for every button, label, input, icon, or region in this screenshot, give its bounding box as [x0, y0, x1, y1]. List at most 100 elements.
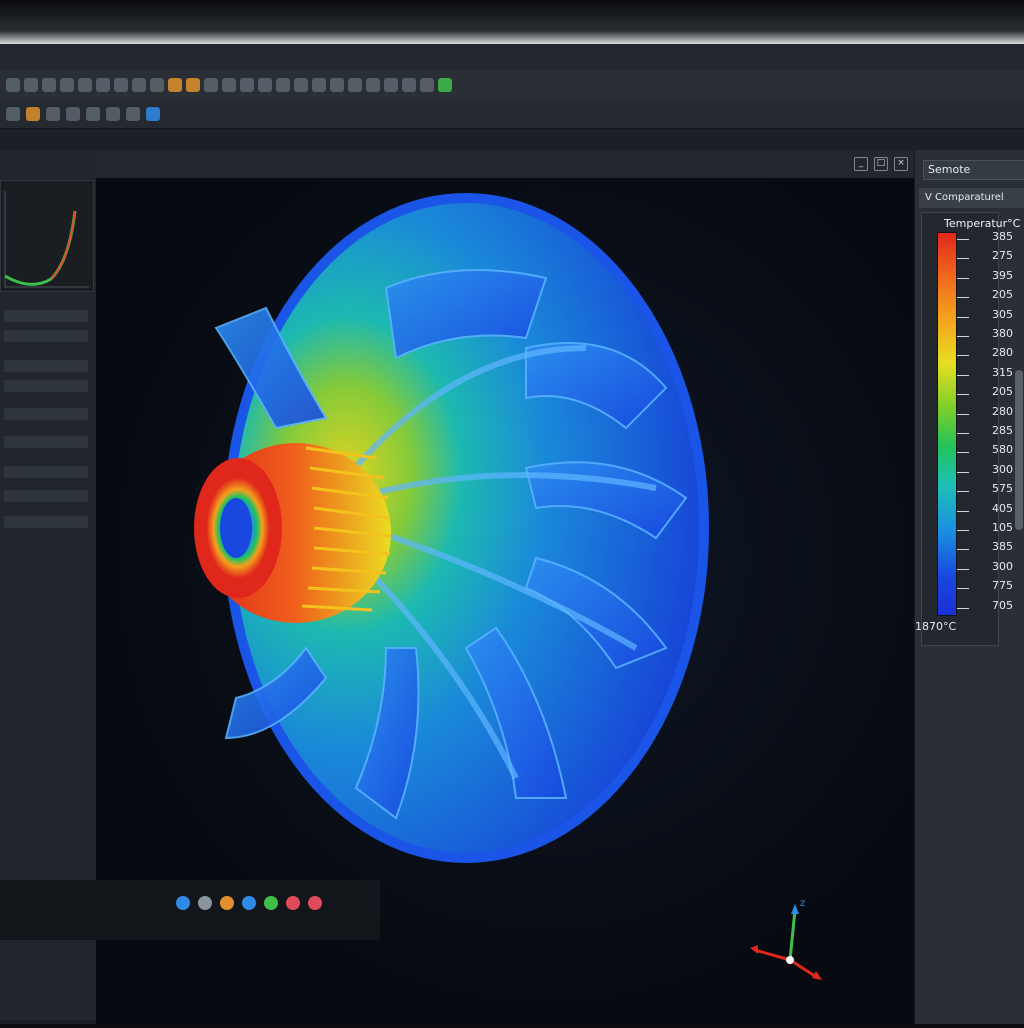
- toolbar-button[interactable]: [312, 78, 326, 92]
- legend-tick-label: 315: [957, 366, 1023, 384]
- menu-item[interactable]: [96, 55, 108, 59]
- taskbar: [0, 880, 380, 940]
- mini-plot-curve: [4, 191, 89, 288]
- secondary-toolbar: [0, 100, 1024, 129]
- legend-tick-label: 300: [957, 560, 1023, 578]
- app-icon-blue[interactable]: [242, 896, 256, 910]
- legend-tick-label: 280: [957, 346, 1023, 364]
- toolbar-button-highlight[interactable]: [26, 107, 40, 121]
- legend-tick-label: 300: [957, 463, 1023, 481]
- toolbar-button[interactable]: [66, 107, 80, 121]
- hub-bore: [220, 498, 252, 558]
- toolbar-button[interactable]: [294, 78, 308, 92]
- toolbar-button[interactable]: [96, 78, 110, 92]
- window-title-strip: [0, 0, 1024, 44]
- legend-tick-label: 305: [957, 308, 1023, 326]
- toolbar-button[interactable]: [330, 78, 344, 92]
- menu-item[interactable]: [52, 55, 64, 59]
- minimize-icon[interactable]: _: [854, 157, 868, 171]
- toolbar-button[interactable]: [348, 78, 362, 92]
- toolbar-button[interactable]: [366, 78, 380, 92]
- menu-item[interactable]: [118, 55, 130, 59]
- legend-tick-label: 380: [957, 327, 1023, 345]
- legend-tick-label: 205: [957, 385, 1023, 403]
- legend-tick-label: 205: [957, 288, 1023, 306]
- menu-item[interactable]: [30, 55, 42, 59]
- menu-item[interactable]: [162, 55, 174, 59]
- z-axis-label: z: [800, 898, 805, 909]
- legend-min-label: 1870°C: [915, 620, 957, 633]
- result-selector[interactable]: V Comparaturel: [919, 188, 1024, 208]
- toolbar-button[interactable]: [420, 78, 434, 92]
- app-icon-red[interactable]: [308, 896, 322, 910]
- legend-tick-label: 775: [957, 579, 1023, 597]
- close-icon[interactable]: ×: [894, 157, 908, 171]
- property-row[interactable]: [4, 466, 88, 478]
- property-row[interactable]: [4, 310, 88, 322]
- toolbar-button[interactable]: [6, 78, 20, 92]
- toolbar-button[interactable]: [204, 78, 218, 92]
- app-icon-blue[interactable]: [176, 896, 190, 910]
- toolbar-button[interactable]: [60, 78, 74, 92]
- toolbar-button-highlight[interactable]: [168, 78, 182, 92]
- results-panel: Semote V Comparaturel Temperatur°C 385 27…: [914, 150, 1024, 1024]
- toolbar-button[interactable]: [114, 78, 128, 92]
- toolbar-button[interactable]: [276, 78, 290, 92]
- legend-tick-label: 385: [957, 230, 1023, 248]
- legend-tick-label: 105: [957, 521, 1023, 539]
- toolbar-button[interactable]: [240, 78, 254, 92]
- chevron-down-icon: V: [925, 192, 932, 203]
- toolbar-button-run[interactable]: [438, 78, 452, 92]
- app-icon-gray[interactable]: [198, 896, 212, 910]
- toolbar-button[interactable]: [42, 78, 56, 92]
- toolbar-button[interactable]: [24, 78, 38, 92]
- property-row[interactable]: [4, 330, 88, 342]
- monitor-screen: _ □ × Semote V Comparaturel Temperatur°C…: [0, 0, 1024, 1024]
- legend-tick-label: 280: [957, 405, 1023, 423]
- app-icon-orange[interactable]: [220, 896, 234, 910]
- toolbar-button[interactable]: [402, 78, 416, 92]
- results-panel-header[interactable]: Semote: [923, 160, 1024, 180]
- property-row[interactable]: [4, 380, 88, 392]
- property-row[interactable]: [4, 408, 88, 420]
- legend-title: Temperatur°C: [944, 217, 1021, 230]
- legend-tick-label: 575: [957, 482, 1023, 500]
- property-row[interactable]: [4, 360, 88, 372]
- toolbar-button[interactable]: [222, 78, 236, 92]
- menu-bar: [0, 44, 1024, 71]
- toolbar-button[interactable]: [46, 107, 60, 121]
- property-row[interactable]: [4, 516, 88, 528]
- legend-tick-label: 580: [957, 443, 1023, 461]
- legend-tick-label: 285: [957, 424, 1023, 442]
- toolbar-button[interactable]: [106, 107, 120, 121]
- maximize-icon[interactable]: □: [874, 157, 888, 171]
- toolbar-button[interactable]: [384, 78, 398, 92]
- toolbar-button[interactable]: [132, 78, 146, 92]
- legend-tick-label: 405: [957, 502, 1023, 520]
- menu-item[interactable]: [140, 55, 152, 59]
- toolbar-button[interactable]: [86, 107, 100, 121]
- viewport-header: _ □ ×: [96, 150, 914, 179]
- app-icon-green[interactable]: [264, 896, 278, 910]
- toolbar-button[interactable]: [6, 107, 20, 121]
- panel-scrollbar[interactable]: [1015, 370, 1023, 530]
- toolbar-button[interactable]: [258, 78, 272, 92]
- mini-plot: [0, 180, 94, 292]
- property-row[interactable]: [4, 436, 88, 448]
- property-row[interactable]: [4, 490, 88, 502]
- toolbar-button[interactable]: [150, 78, 164, 92]
- toolbar-button[interactable]: [78, 78, 92, 92]
- legend-tick-label: 395: [957, 269, 1023, 287]
- taskbar-icons: [176, 896, 322, 910]
- toolbar-button[interactable]: [126, 107, 140, 121]
- legend-tick-label: 385: [957, 540, 1023, 558]
- toolbar-button-active[interactable]: [146, 107, 160, 121]
- main-toolbar: [0, 70, 1024, 101]
- legend-tick-label: 705: [957, 599, 1023, 617]
- app-icon-red[interactable]: [286, 896, 300, 910]
- toolbar-button-highlight[interactable]: [186, 78, 200, 92]
- menu-item[interactable]: [74, 55, 86, 59]
- result-selector-label: Comparaturel: [935, 192, 1004, 203]
- menu-item[interactable]: [8, 55, 20, 59]
- xyz-axis-icon: z: [750, 898, 822, 980]
